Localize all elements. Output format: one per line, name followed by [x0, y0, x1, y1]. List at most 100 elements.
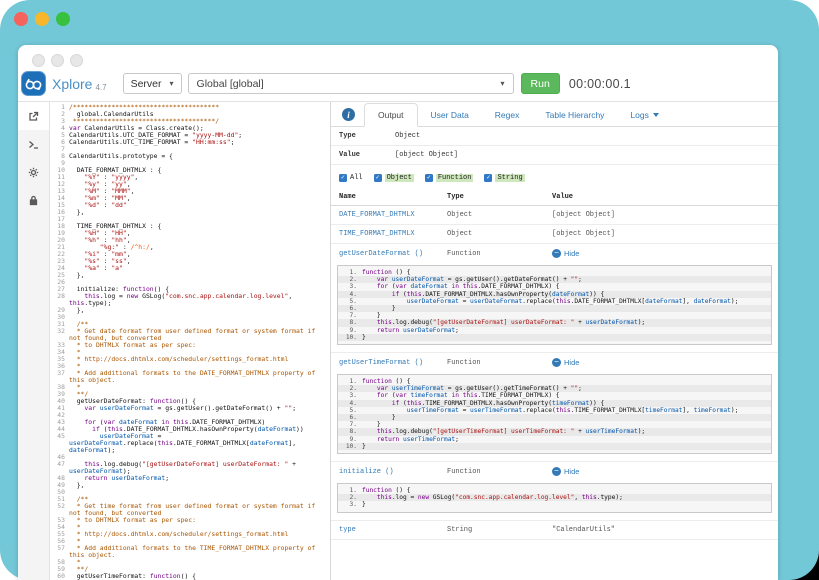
- source-line-number: 8.: [338, 319, 362, 326]
- source-line-number: 7.: [338, 312, 362, 319]
- source-line: 9. return userTimeFormat;: [338, 436, 771, 443]
- sidebar-item-security[interactable]: [18, 186, 49, 214]
- sidebar-item-settings[interactable]: [18, 158, 49, 186]
- app-title: Xplore: [52, 76, 92, 92]
- table-row: TIME_FORMAT_DHTMLXObject[object Object]: [331, 225, 778, 244]
- line-number: 8: [50, 153, 69, 160]
- tab-regex[interactable]: Regex: [482, 104, 533, 126]
- source-line: 10.}: [338, 443, 771, 450]
- tab-user-data[interactable]: User Data: [418, 104, 482, 126]
- code-line[interactable]: 47 this.log.debug("[getUserDateFormat] u…: [50, 461, 330, 475]
- run-button[interactable]: Run: [521, 73, 560, 94]
- source-line-number: 3.: [338, 501, 362, 508]
- line-number: 57: [50, 545, 69, 559]
- source-line-number: 8.: [338, 428, 362, 435]
- hide-button[interactable]: −Hide: [552, 467, 579, 476]
- window-control-maximize[interactable]: [70, 54, 83, 67]
- code-line[interactable]: 24 "%a" : "a": [50, 265, 330, 272]
- line-code: },: [69, 209, 330, 216]
- window-control-close[interactable]: [32, 54, 45, 67]
- row-type: Function: [447, 468, 552, 476]
- code-line[interactable]: 52 * Get time format from user defined f…: [50, 503, 330, 517]
- code-line[interactable]: 6CalendarUtils.UTC_TIME_FORMAT = "HH:mm:…: [50, 139, 330, 146]
- property-name-link[interactable]: DATE_FORMAT_DHTMLX: [339, 211, 415, 219]
- code-line[interactable]: 58 *: [50, 559, 330, 566]
- code-line[interactable]: 29 },: [50, 307, 330, 314]
- type-label: Type: [339, 132, 395, 140]
- code-line[interactable]: 37 * Add additional formats to the DATE_…: [50, 370, 330, 384]
- source-line: 5. userTimeFormat = userTimeFormat.repla…: [338, 407, 771, 414]
- source-line-number: 1.: [338, 487, 362, 494]
- server-dropdown[interactable]: Server ▾: [123, 73, 182, 94]
- code-editor[interactable]: 1/**************************************…: [50, 102, 331, 580]
- sidebar-item-terminal[interactable]: [18, 130, 49, 158]
- line-code: "%d" : "dd": [69, 202, 330, 209]
- line-number: 47: [50, 461, 69, 475]
- server-dropdown-label: Server: [131, 78, 162, 90]
- source-line-code: this.log.debug("[getUserDateFormat] user…: [362, 319, 771, 326]
- tab-table-hierarchy[interactable]: Table Hierarchy: [532, 104, 617, 126]
- code-line[interactable]: 57 * Add additional formats to the TIME_…: [50, 545, 330, 559]
- source-line-number: 10.: [338, 443, 362, 450]
- checkbox-checked-icon: ✓: [425, 174, 433, 182]
- results-tabbar: i OutputUser DataRegexTable HierarchyLog…: [331, 102, 778, 127]
- tab-output[interactable]: Output: [364, 103, 418, 127]
- code-line[interactable]: 45 userDateFormat = userDateFormat.repla…: [50, 433, 330, 454]
- source-line-number: 1.: [338, 378, 362, 385]
- line-code: },: [69, 272, 330, 279]
- row-value: [object Object]: [552, 211, 615, 219]
- app-window: Xplore 4.7 Server ▾ Global [global] ▾ Ru…: [18, 45, 778, 580]
- code-line[interactable]: 55 * http://docs.dhtmlx.com/scheduler/se…: [50, 531, 330, 538]
- code-line[interactable]: 30: [50, 314, 330, 321]
- window-control-close[interactable]: [14, 12, 28, 26]
- property-name-link[interactable]: getUserDateFormat (): [339, 250, 423, 258]
- line-code: this.log.debug("[getUserDateFormat] user…: [69, 461, 330, 475]
- line-number: 1: [50, 104, 69, 111]
- scope-dropdown[interactable]: Global [global] ▾: [188, 73, 514, 94]
- code-line[interactable]: 25 },: [50, 272, 330, 279]
- property-name-link[interactable]: initialize (): [339, 468, 394, 476]
- property-name-link[interactable]: TIME_FORMAT_DHTMLX: [339, 230, 415, 238]
- code-line[interactable]: 38 *: [50, 384, 330, 391]
- type-filters: ✓All ✓Object ✓Function ✓String: [331, 165, 778, 189]
- window-control-minimize[interactable]: [51, 54, 64, 67]
- code-line[interactable]: 32 * Get date format from user defined f…: [50, 328, 330, 342]
- property-name-link[interactable]: getUserTimeFormat (): [339, 359, 423, 367]
- code-line[interactable]: 50: [50, 489, 330, 496]
- tab-logs[interactable]: Logs: [617, 104, 671, 126]
- code-line[interactable]: 8CalendarUtils.prototype = {: [50, 153, 330, 160]
- hide-button[interactable]: −Hide: [552, 249, 579, 258]
- filter-checkbox-string[interactable]: ✓String: [484, 174, 524, 182]
- code-line[interactable]: 35 * http://docs.dhtmlx.com/scheduler/se…: [50, 356, 330, 363]
- code-line[interactable]: 48 return userDateFormat;: [50, 475, 330, 482]
- filter-checkbox-function[interactable]: ✓Function: [425, 174, 474, 182]
- code-line[interactable]: 49 },: [50, 482, 330, 489]
- line-number: 28: [50, 293, 69, 307]
- hide-button[interactable]: −Hide: [552, 358, 579, 367]
- code-line[interactable]: 33 * to DHTMLX format as per spec:: [50, 342, 330, 349]
- code-line[interactable]: 15 "%d" : "dd": [50, 202, 330, 209]
- sidebar-item-open-external[interactable]: [18, 102, 49, 130]
- source-line: 8. this.log.debug("[getUserDateFormat] u…: [338, 319, 771, 326]
- line-code: [69, 314, 330, 321]
- code-line[interactable]: 28 this.log = new GSLog("com.snc.app.cal…: [50, 293, 330, 307]
- source-line-code: }: [362, 443, 771, 450]
- window-control-minimize[interactable]: [35, 12, 49, 26]
- source-line: 1.function () {: [338, 378, 771, 385]
- property-name-link[interactable]: type: [339, 526, 356, 534]
- open-external-icon: [28, 111, 39, 122]
- window-control-maximize[interactable]: [56, 12, 70, 26]
- function-source-block: 1.function () {2. this.log = new GSLog("…: [337, 483, 772, 513]
- table-row: getUserTimeFormat ()Function−Hide1.funct…: [331, 353, 778, 462]
- line-number: 45: [50, 433, 69, 454]
- code-line[interactable]: 41 var userDateFormat = gs.getUser().get…: [50, 405, 330, 412]
- source-line: 7. }: [338, 312, 771, 319]
- info-icon[interactable]: i: [342, 108, 355, 121]
- code-line[interactable]: 16 },: [50, 209, 330, 216]
- line-code: [69, 489, 330, 496]
- code-line[interactable]: 53 * to DHTMLX format as per spec:: [50, 517, 330, 524]
- line-number: 37: [50, 370, 69, 384]
- line-code: *: [69, 559, 330, 566]
- filter-checkbox-all[interactable]: ✓All: [339, 174, 363, 182]
- filter-checkbox-object[interactable]: ✓Object: [374, 174, 414, 182]
